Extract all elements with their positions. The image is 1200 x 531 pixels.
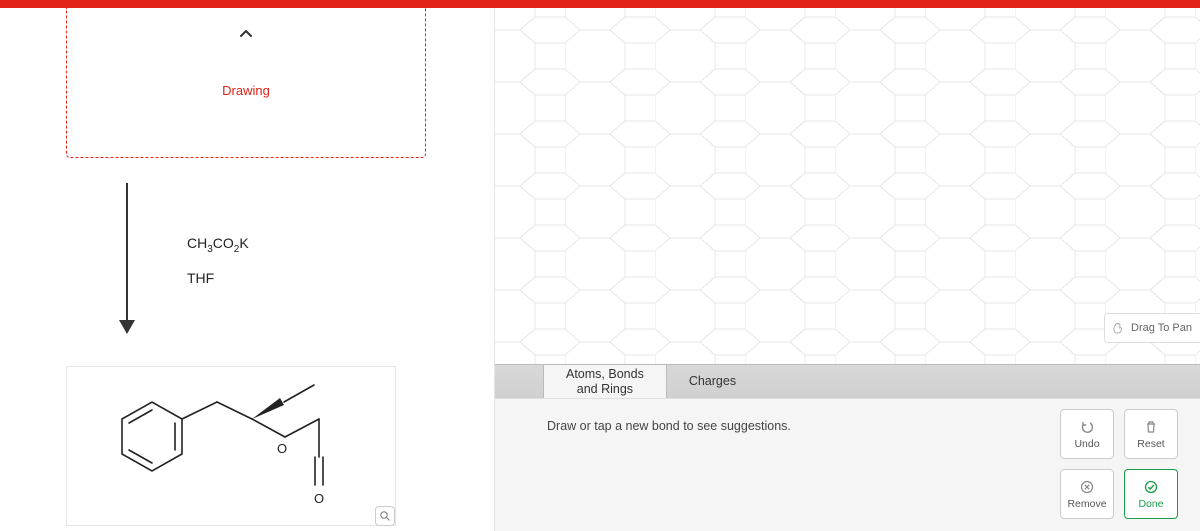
app-top-accent-bar — [0, 0, 1200, 8]
drawing-dropzone[interactable]: Drawing — [66, 8, 426, 158]
magnifier-icon — [379, 510, 391, 522]
drawing-editor-panel: Drag To Pan Atoms, Bonds and Rings Charg… — [495, 8, 1200, 531]
reagent-1: CH3CO2K — [187, 235, 249, 255]
reset-button[interactable]: Reset — [1124, 409, 1178, 459]
editor-hint: Draw or tap a new bond to see suggestion… — [547, 419, 791, 433]
product-structure-box[interactable]: O O — [66, 366, 396, 526]
reaction-arrow-head — [119, 320, 135, 334]
reagent-2: THF — [187, 270, 214, 286]
drawing-label: Drawing — [222, 83, 270, 98]
product-structure-svg: O O — [67, 367, 397, 527]
reset-label: Reset — [1137, 438, 1164, 450]
drag-to-pan-label: Drag To Pan — [1131, 322, 1192, 334]
zoom-button[interactable] — [375, 506, 395, 526]
undo-icon — [1079, 419, 1095, 435]
drag-to-pan-handle[interactable]: Drag To Pan — [1104, 313, 1200, 343]
tab-charges[interactable]: Charges — [667, 365, 758, 398]
main-layout: Drawing CH3CO2K THF — [0, 8, 1200, 531]
tool-tabs: Atoms, Bonds and Rings Charges — [495, 364, 1200, 398]
check-circle-icon — [1143, 479, 1159, 495]
reaction-panel: Drawing CH3CO2K THF — [0, 8, 495, 531]
undo-label: Undo — [1074, 438, 1099, 450]
done-label: Done — [1138, 498, 1163, 510]
tab-atoms-bonds-rings[interactable]: Atoms, Bonds and Rings — [543, 365, 667, 398]
drawing-canvas[interactable] — [495, 8, 1200, 364]
remove-button[interactable]: Remove — [1060, 469, 1114, 519]
action-buttons: Undo Reset Remove Done — [1060, 409, 1178, 519]
done-button[interactable]: Done — [1124, 469, 1178, 519]
trash-icon — [1143, 419, 1159, 435]
svg-text:O: O — [314, 491, 324, 506]
remove-label: Remove — [1067, 498, 1106, 510]
chevron-up-icon[interactable] — [238, 26, 254, 47]
grab-hand-icon — [1111, 321, 1125, 335]
tab-spacer — [495, 365, 543, 398]
svg-text:O: O — [277, 441, 287, 456]
reaction-arrow-shaft — [126, 183, 128, 323]
close-circle-icon — [1079, 479, 1095, 495]
undo-button[interactable]: Undo — [1060, 409, 1114, 459]
tool-body: Draw or tap a new bond to see suggestion… — [495, 398, 1200, 531]
hex-grid-bg — [495, 8, 1200, 364]
